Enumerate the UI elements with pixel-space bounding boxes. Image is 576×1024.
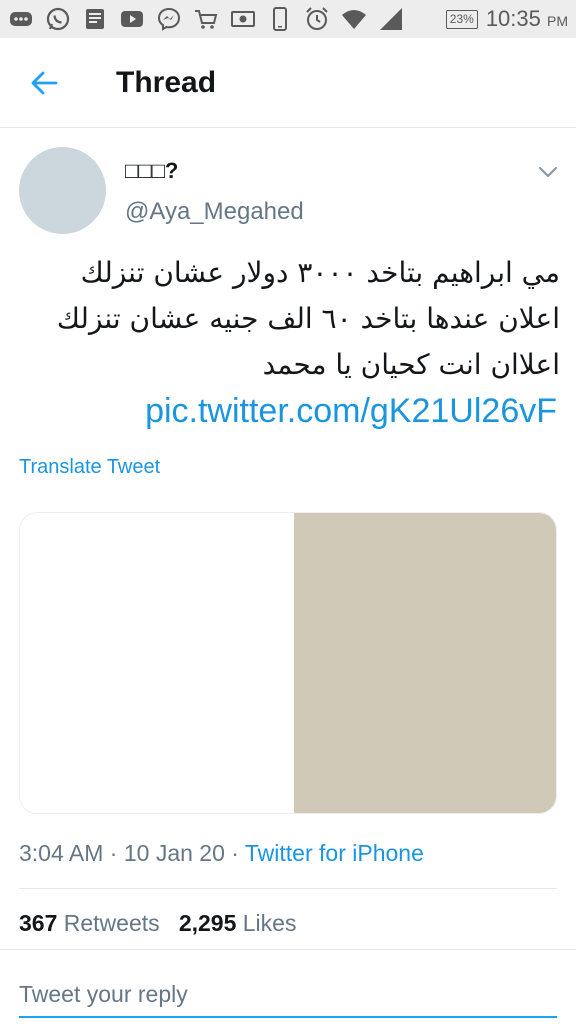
likes-count: 2,295 [178,910,237,936]
retweets-stat[interactable]: 367 Retweets [19,910,160,936]
news-icon [82,6,108,32]
youtube-icon [119,6,145,32]
status-bar: 23% 10:35 PM [0,0,576,38]
media-image-2[interactable] [294,513,556,813]
messenger-icon [156,6,182,32]
likes-stat[interactable]: 2,295 Likes [179,910,297,936]
translate-tweet-link[interactable]: Translate Tweet [19,456,160,479]
likes-label: Likes [242,910,297,936]
cart-icon [193,6,219,32]
clock-ampm: PM [547,13,568,29]
chevron-down-icon [538,166,558,178]
alarm-icon [304,6,330,32]
tweet-time: 3:04 AM [19,840,104,866]
avatar[interactable] [19,147,106,234]
notification-icons [8,6,404,32]
divider [0,949,576,950]
tweet-source-link[interactable]: Twitter for iPhone [245,840,424,866]
retweets-count: 367 [19,910,58,936]
tweet-menu-button[interactable] [536,162,560,182]
app-bar: Thread [0,38,576,128]
reply-input[interactable] [19,972,557,1018]
clock: 10:35 PM [486,6,568,32]
display-name[interactable]: □□□? [125,158,178,184]
user-handle[interactable]: @Aya_Megahed [125,198,304,226]
divider [19,888,557,889]
wifi-icon [341,6,367,32]
clock-time: 10:35 [485,6,541,31]
battery-indicator: 23% [445,9,478,29]
tweet-media-grid [19,512,557,814]
whatsapp-icon [45,6,71,32]
phone-icon [267,6,293,32]
tweet-meta: 3:04 AM · 10 Jan 20 · Twitter for iPhone [19,840,424,866]
media-image-1[interactable] [20,513,294,813]
page-title: Thread [116,66,217,99]
cash-icon [230,6,256,32]
more-icon [8,6,34,32]
tweet-stats: 367 Retweets 2,295 Likes [19,910,296,937]
retweets-label: Retweets [63,910,160,936]
tweet-media-link[interactable]: pic.twitter.com/gK21Ul26vF [60,392,557,431]
tweet-text: مي ابراهيم بتاخد ٣٠٠٠ دولار عشان تنزلك ا… [56,256,560,381]
tweet-date: 10 Jan 20 [123,840,225,866]
arrow-left-icon [31,71,58,95]
signal-icon [378,6,404,32]
back-button[interactable] [26,68,62,98]
